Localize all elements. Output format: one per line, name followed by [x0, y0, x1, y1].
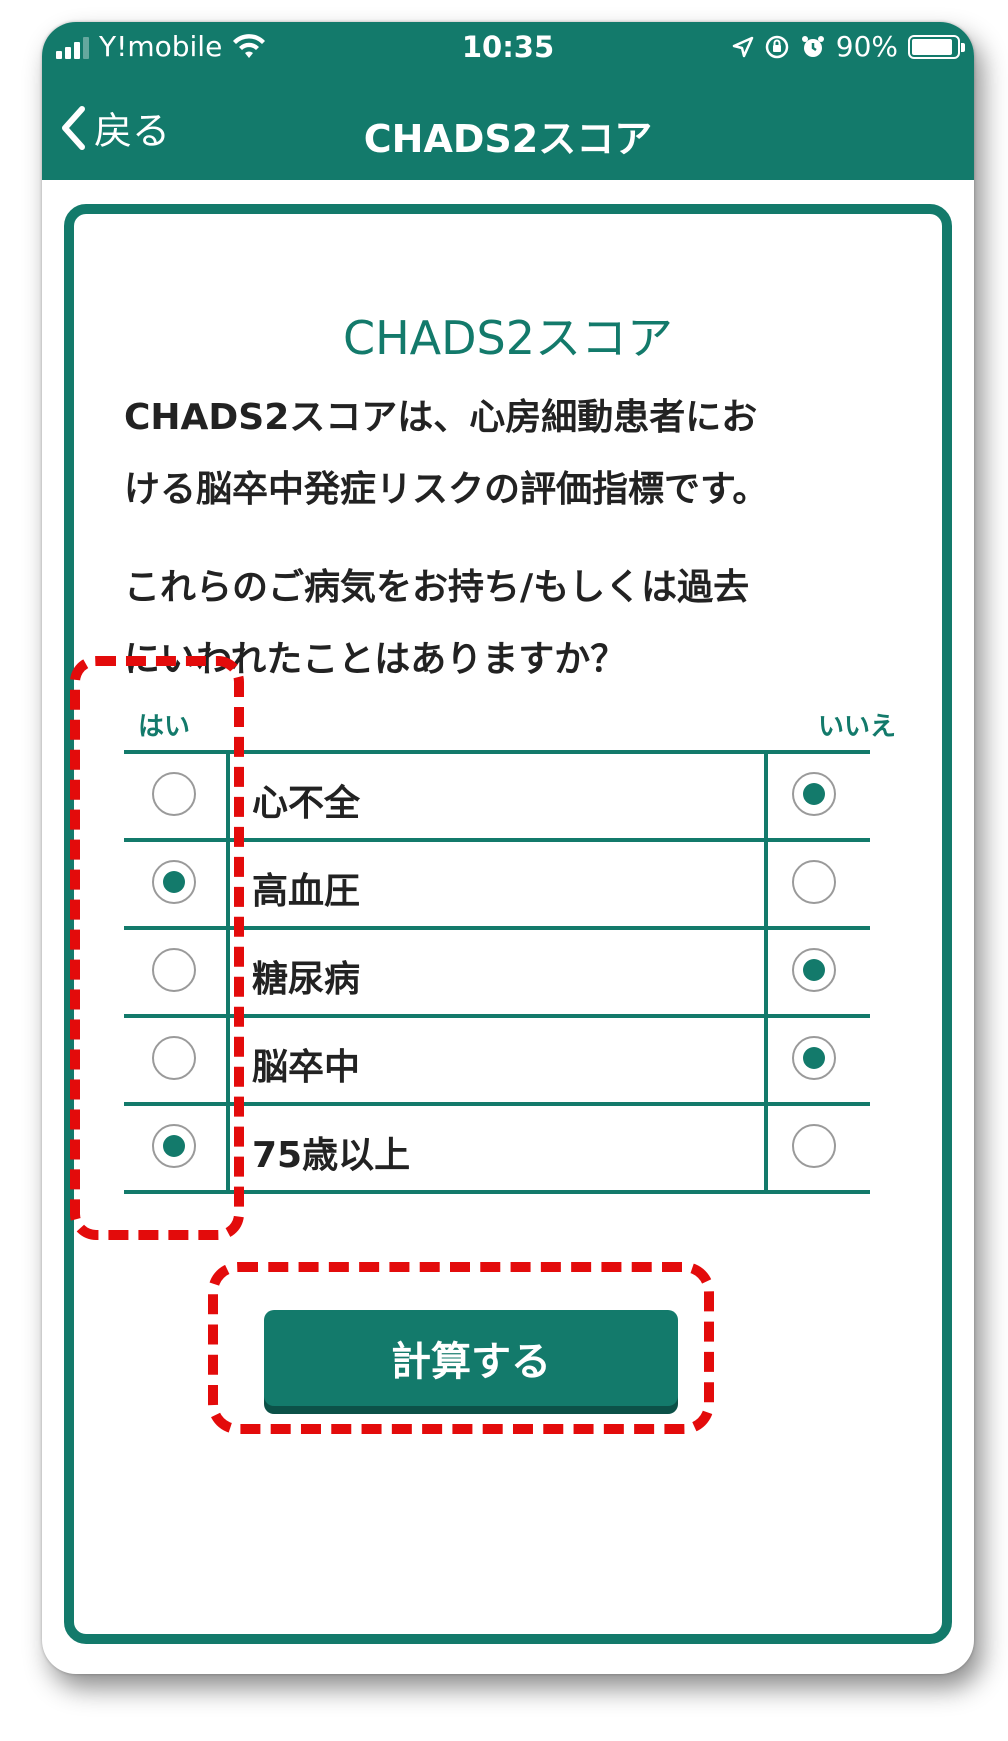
top-bar: Y!mobile 10:35 90% 戻る CHADS2スコア: [42, 22, 974, 180]
orientation-lock-icon: [765, 35, 789, 58]
battery-icon: [908, 34, 965, 59]
no-radio[interactable]: [792, 860, 836, 904]
no-radio[interactable]: [792, 772, 836, 816]
status-bar: Y!mobile 10:35 90%: [42, 22, 974, 78]
calculate-button-highlight: [208, 1262, 714, 1434]
question-line: これらのご病気をお持ち/もしくは過去: [124, 567, 750, 608]
location-arrow-icon: [732, 36, 754, 57]
battery-percentage: 90%: [835, 30, 898, 63]
status-right: 90%: [732, 30, 965, 63]
navigation-bar: 戻る CHADS2スコア: [42, 78, 974, 180]
no-column-header: いいえ: [817, 712, 896, 742]
condition-label: 心不全: [252, 783, 361, 824]
nav-title: CHADS2スコア: [363, 117, 653, 161]
card-title: CHADS2スコア: [342, 311, 674, 365]
alarm-icon: [801, 35, 824, 57]
condition-label: 75歳以上: [252, 1135, 411, 1176]
condition-label: 脳卒中: [252, 1047, 361, 1088]
condition-label: 高血圧: [252, 871, 361, 912]
description: CHADS2スコアは、心房細動患者にお ける脳卒中発症リスクの評価指標です。: [124, 382, 904, 526]
no-radio[interactable]: [792, 1124, 836, 1168]
no-radio[interactable]: [792, 948, 836, 992]
description-line: ける脳卒中発症リスクの評価指標です。: [124, 469, 769, 510]
yes-column-highlight: [70, 656, 244, 1240]
description-line: CHADS2スコアは、心房細動患者にお: [124, 397, 758, 438]
condition-label: 糖尿病: [252, 959, 361, 1000]
no-radio[interactable]: [792, 1036, 836, 1080]
